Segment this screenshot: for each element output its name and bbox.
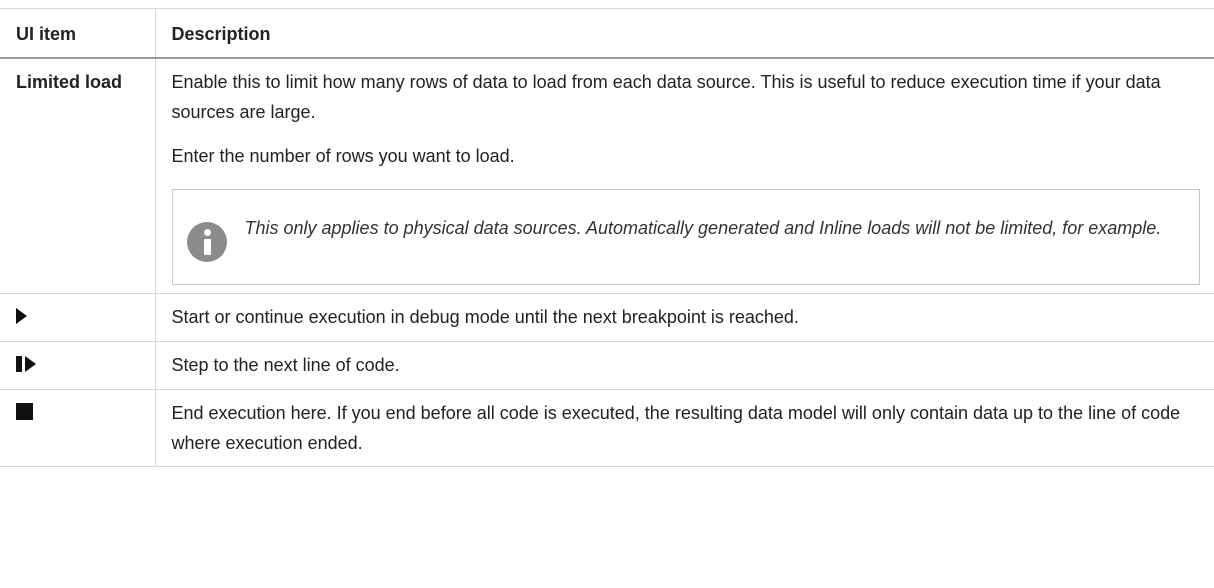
table-row-step: Step to the next line of code. [0,341,1214,390]
table-row-run: Start or continue execution in debug mod… [0,293,1214,342]
limited-load-description: Enable this to limit how many rows of da… [171,72,1161,122]
table-row-stop: End execution here. If you end before al… [0,389,1214,467]
table-header-row: UI item Description [0,8,1214,59]
header-description: Description [154,8,1214,59]
info-icon [186,222,227,262]
ui-items-table: UI item Description Limited load Enable … [0,8,1214,467]
table-row-limited-load: Limited load Enable this to limit how ma… [0,57,1214,294]
note-text: This only applies to physical data sourc… [244,218,1162,238]
description-step: Step to the next line of code. [154,341,1214,390]
description-stop: End execution here. If you end before al… [154,389,1214,467]
header-ui-item: UI item [0,8,156,59]
note-box: This only applies to physical data sourc… [171,189,1200,285]
item-run [0,293,156,342]
item-limited-load: Limited load [0,57,156,294]
limited-load-instruction: Enter the number of rows you want to loa… [171,146,515,166]
description-run: Start or continue execution in debug mod… [154,293,1214,342]
stop-icon [16,403,33,420]
step-icon [16,356,38,372]
item-stop [0,389,156,467]
description-limited-load: Enable this to limit how many rows of da… [154,57,1214,294]
item-step [0,341,156,390]
play-icon [16,308,27,324]
